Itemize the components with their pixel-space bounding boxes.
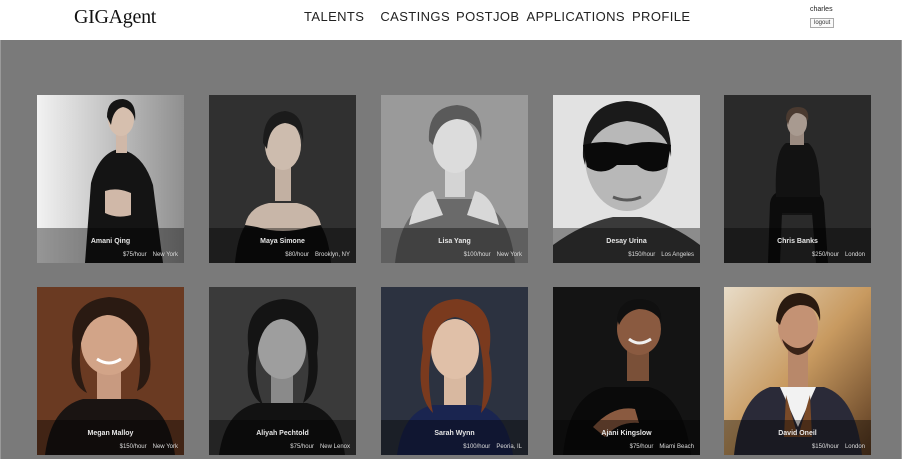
talent-rate: $100/hour — [463, 444, 491, 450]
talent-rate: $75/hour — [629, 444, 654, 450]
card-caption: Aliyah Pechtold $75/hour New Lenox — [209, 420, 356, 455]
talent-name: Lisa Yang — [438, 238, 471, 245]
talent-meta: $75/hour New York — [123, 252, 178, 258]
talent-meta: $100/hour New York — [464, 252, 522, 258]
main-nav: TALENTS CASTINGS POSTJOB APPLICATIONS PR… — [304, 9, 690, 24]
logout-button[interactable]: logout — [810, 18, 835, 28]
talent-location: Miami Beach — [659, 444, 694, 450]
talent-location: New Lenox — [319, 444, 350, 450]
card-caption: Maya Simone $80/hour Brooklyn, NY — [209, 228, 356, 263]
user-box: charles logout — [810, 6, 835, 28]
card-caption: Sarah Wynn $100/hour Peoria, IL — [381, 420, 528, 455]
talent-rate: $75/hour — [290, 444, 314, 450]
talent-location: New York — [152, 444, 178, 450]
talent-rate: $150/hour — [628, 252, 656, 258]
top-navbar: GIGAgent TALENTS CASTINGS POSTJOB APPLIC… — [0, 0, 902, 40]
card-caption: Desay Urina $150/hour Los Angeles — [553, 228, 700, 263]
card-caption: Amani Qing $75/hour New York — [37, 228, 184, 263]
nav-item-applications[interactable]: APPLICATIONS — [527, 9, 625, 24]
nav-item-profile[interactable]: PROFILE — [632, 9, 690, 24]
talent-rate: $100/hour — [463, 252, 491, 258]
talent-location: Peoria, IL — [496, 444, 522, 450]
talent-name: David Oneil — [778, 430, 817, 437]
talent-name: Maya Simone — [260, 238, 305, 245]
nav-item-castings[interactable]: CASTINGS — [380, 9, 450, 24]
talent-card[interactable]: Megan Malloy $150/hour New York — [37, 287, 184, 455]
talent-card[interactable]: Maya Simone $80/hour Brooklyn, NY — [209, 95, 356, 263]
card-caption: David Oneil $150/hour London — [724, 420, 871, 455]
talent-card[interactable]: Sarah Wynn $100/hour Peoria, IL — [381, 287, 528, 455]
talent-name: Aliyah Pechtold — [256, 430, 309, 437]
talent-location: London — [844, 252, 865, 258]
talent-rate: $80/hour — [285, 252, 309, 258]
talent-card[interactable]: David Oneil $150/hour London — [724, 287, 871, 455]
talent-rate: $250/hour — [811, 252, 839, 258]
talent-name: Amani Qing — [90, 238, 131, 245]
talent-location: Brooklyn, NY — [314, 252, 350, 258]
talent-location: Los Angeles — [661, 252, 694, 258]
talent-meta: $150/hour Los Angeles — [628, 252, 694, 258]
card-caption: Megan Malloy $150/hour New York — [37, 420, 184, 455]
talent-card[interactable]: Lisa Yang $100/hour New York — [381, 95, 528, 263]
talent-meta: $100/hour Peoria, IL — [463, 444, 522, 450]
talent-rate: $150/hour — [119, 444, 147, 450]
talent-meta: $80/hour Brooklyn, NY — [285, 252, 350, 258]
talent-meta: $75/hour Miami Beach — [630, 444, 694, 450]
talent-card[interactable]: Desay Urina $150/hour Los Angeles — [553, 95, 700, 263]
username-label: charles — [810, 6, 833, 13]
talent-card[interactable]: Amani Qing $75/hour New York — [37, 95, 184, 263]
card-caption: Chris Banks $250/hour London — [724, 228, 871, 263]
talent-rate: $75/hour — [122, 252, 147, 258]
nav-item-talents[interactable]: TALENTS — [304, 9, 364, 24]
talent-location: New York — [152, 252, 178, 258]
talent-rate: $150/hour — [811, 444, 839, 450]
talent-meta: $150/hour London — [812, 444, 865, 450]
talent-card[interactable]: Ajani Kingslow $75/hour Miami Beach — [553, 287, 700, 455]
talent-name: Megan Malloy — [87, 430, 134, 437]
talent-name: Ajani Kingslow — [601, 430, 652, 437]
card-caption: Ajani Kingslow $75/hour Miami Beach — [553, 420, 700, 455]
talent-name: Desay Urina — [606, 238, 647, 245]
talent-card[interactable]: Aliyah Pechtold $75/hour New Lenox — [209, 287, 356, 455]
talent-meta: $75/hour New Lenox — [290, 444, 350, 450]
talent-meta: $150/hour New York — [120, 444, 178, 450]
nav-item-postjob[interactable]: POSTJOB — [456, 9, 519, 24]
talent-grid: Amani Qing $75/hour New York Maya Simone … — [0, 40, 902, 459]
card-caption: Lisa Yang $100/hour New York — [381, 228, 528, 263]
talent-card[interactable]: Chris Banks $250/hour London — [724, 95, 871, 263]
talent-name: Sarah Wynn — [434, 430, 475, 437]
talent-name: Chris Banks — [777, 238, 818, 245]
brand-logo[interactable]: GIGAgent — [74, 6, 156, 29]
talent-location: New York — [496, 252, 522, 258]
talent-location: London — [844, 444, 865, 450]
talent-meta: $250/hour London — [812, 252, 865, 258]
